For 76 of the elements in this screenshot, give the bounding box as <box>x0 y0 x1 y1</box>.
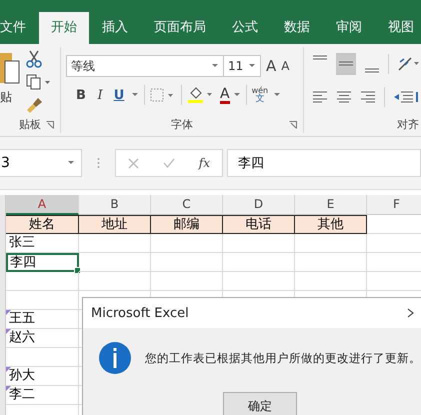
paste-label[interactable]: 贴 <box>0 89 12 106</box>
table-cell: 王五 <box>9 311 35 326</box>
ok-button[interactable]: 确定 <box>223 392 297 415</box>
caret-icon[interactable] <box>211 63 220 69</box>
drag-handle-icon[interactable] <box>97 157 100 169</box>
table-cell: 李二 <box>9 387 35 402</box>
align-right-icon[interactable] <box>360 91 376 103</box>
grid-cell <box>79 234 151 253</box>
orientation-icon[interactable] <box>397 56 421 72</box>
grid-cell[interactable]: 孙大 <box>6 367 79 386</box>
table-header: 姓名 <box>6 215 79 234</box>
caret-icon[interactable] <box>248 63 256 69</box>
table-header: 电话 <box>223 215 295 234</box>
dialog-launcher-icon[interactable] <box>46 121 54 129</box>
table-cell: 孙大 <box>9 368 35 383</box>
name-box[interactable]: 3 <box>0 149 82 177</box>
caret-icon[interactable] <box>232 92 241 98</box>
grid-cell <box>223 253 295 272</box>
ribbon-tab[interactable]: 视图 <box>375 12 421 44</box>
bold-button[interactable]: B <box>74 88 88 102</box>
close-icon[interactable] <box>407 308 414 318</box>
ribbon-tab[interactable]: 公式 <box>219 12 271 44</box>
ribbon-tab[interactable]: 页面布局 <box>141 12 219 44</box>
grid-cell[interactable]: 李四 <box>6 253 79 272</box>
grid-cell <box>295 253 367 272</box>
insert-function-button[interactable]: fx <box>198 156 210 170</box>
ribbon-tab[interactable]: 开始 <box>39 12 89 44</box>
italic-button[interactable]: I <box>93 88 108 102</box>
ribbon-tab[interactable]: 文件 <box>0 12 39 44</box>
phonetic-button[interactable]: wén 文 <box>252 86 268 104</box>
scissors-icon[interactable] <box>26 50 42 68</box>
table-cell: 赵六 <box>9 330 35 345</box>
align-center-icon[interactable] <box>336 91 352 103</box>
ribbon-tab[interactable]: 插入 <box>89 12 141 44</box>
table-header: 地址 <box>79 215 151 234</box>
grid-cell[interactable]: 张三 <box>6 234 79 253</box>
grid-cell <box>79 253 151 272</box>
font-name-field[interactable]: 等线 <box>66 55 224 77</box>
format-painter-icon[interactable] <box>26 96 44 114</box>
group-label: 对齐 <box>397 116 419 132</box>
grid-cell[interactable]: 赵六 <box>6 329 79 348</box>
shrink-font-button[interactable]: A <box>281 59 290 73</box>
copy-icon[interactable] <box>26 74 52 90</box>
align-left-icon[interactable] <box>312 91 328 103</box>
ribbon-tab[interactable]: 审阅 <box>323 12 375 44</box>
info-icon <box>99 342 131 374</box>
grid-cell <box>151 234 223 253</box>
grid-cell[interactable] <box>6 348 79 367</box>
table-header: 其他 <box>295 215 367 234</box>
table-cell: 李四 <box>10 255 36 270</box>
caret-icon[interactable] <box>273 92 282 98</box>
group-label: 字体 <box>171 116 193 132</box>
grid-cell[interactable]: 王五 <box>6 310 79 329</box>
grid-cell[interactable] <box>6 272 79 291</box>
grid-cell[interactable] <box>6 291 79 310</box>
middle-align-button[interactable] <box>336 53 356 75</box>
dialog-title: Microsoft Excel <box>91 306 189 320</box>
font-color-button[interactable]: A <box>220 86 230 104</box>
dialog-message: 您的工作表已根据其他用户所做的更改进行了更新。 <box>145 350 421 366</box>
table-cell: 张三 <box>9 235 35 250</box>
group-label: 贴板 <box>19 116 41 132</box>
grid-cell <box>151 253 223 272</box>
grid-cell[interactable]: 李二 <box>6 386 79 405</box>
grow-font-button[interactable]: A <box>266 57 276 75</box>
ribbon-tab[interactable]: 数据 <box>271 12 323 44</box>
table-header: 邮编 <box>151 215 223 234</box>
caret-icon[interactable] <box>131 92 140 98</box>
font-size-field[interactable]: 11 <box>223 55 262 77</box>
indent-icon[interactable] <box>393 91 419 103</box>
grid-cell <box>223 234 295 253</box>
formula-field[interactable]: 李四 <box>227 149 421 177</box>
underline-button[interactable]: U <box>112 88 126 102</box>
column-header[interactable]: F <box>367 195 421 215</box>
dialog-launcher-icon[interactable] <box>289 121 297 129</box>
column-header[interactable]: A <box>6 195 79 215</box>
grid-cell <box>295 234 367 253</box>
